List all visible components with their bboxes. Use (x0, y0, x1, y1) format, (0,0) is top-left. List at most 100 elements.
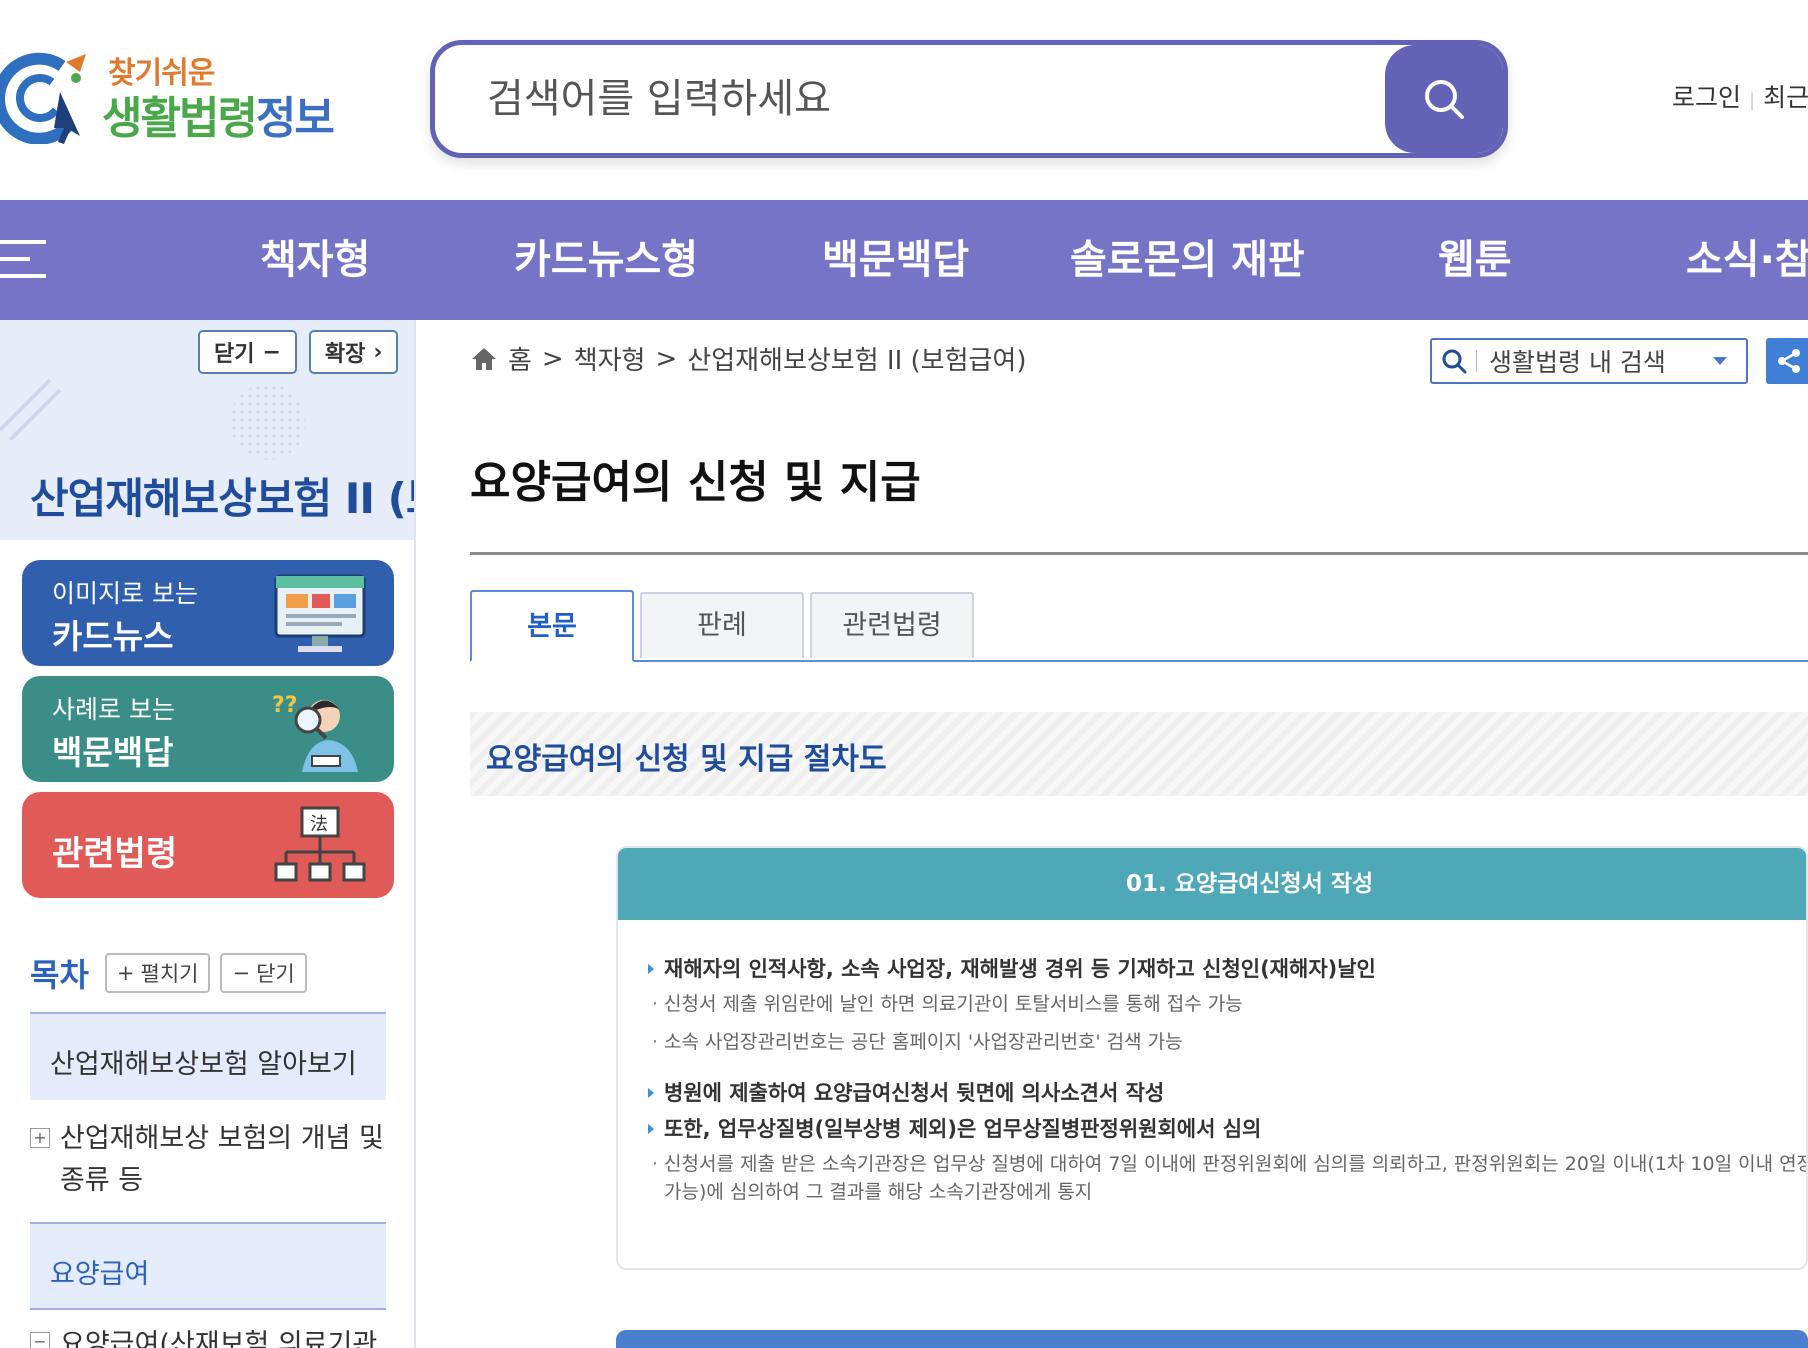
toc-collapse-label: 닫기 (256, 962, 295, 986)
cardnews-banner[interactable]: 이미지로 보는 카드뉴스 (22, 560, 394, 666)
section-title: 요양급여의 신청 및 지급 절차도 (486, 742, 887, 777)
magnifier-person-icon: ?? (272, 693, 358, 772)
tab-related-law[interactable]: 관련법령 (810, 592, 974, 658)
toc-title: 목차 (30, 956, 89, 994)
site-header: 찾기쉬운 생활법령정보 로그인 | 최근 (0, 0, 1808, 200)
nav-cardnews[interactable]: 카드뉴스형 (514, 200, 698, 320)
breadcrumb-separator: > (541, 343, 564, 374)
next-step-card (616, 1330, 1808, 1348)
collapse-box-icon: − (30, 1332, 50, 1348)
chevron-down-icon[interactable] (1713, 357, 1727, 365)
svg-text:??: ?? (272, 693, 298, 718)
step-bullet-main: 병원에 제출하여 요양급여신청서 뒷면에 의사소견서 작성 (648, 1078, 1798, 1108)
sidebar-title: 산업재해보상보험 II (보 (30, 474, 414, 523)
toc-item-label: 요양급여 (50, 1259, 150, 1290)
breadcrumb-booklet[interactable]: 책자형 (574, 340, 646, 377)
main-content: 홈 > 책자형 > 산업재해보상보험 II (보험급여) 요양급여의 신청 및 … (470, 320, 1808, 1348)
util-separator: | (1749, 90, 1756, 111)
sidebar-expand-button[interactable]: 확장 › (308, 330, 399, 374)
nav-qna[interactable]: 백문백답 (822, 200, 969, 320)
search-icon (1425, 80, 1464, 119)
logo-title-part2: 정보 (255, 93, 335, 144)
search-divider (1476, 350, 1477, 372)
local-search-input[interactable] (1489, 346, 1709, 376)
cardnews-banner-title: 카드뉴스 (52, 617, 174, 656)
cardnews-banner-subtitle: 이미지로 보는 (52, 579, 198, 608)
minus-icon: − (262, 339, 281, 365)
step-bullet-sub: 소속 사업장관리번호는 공단 홈페이지 '사업장관리번호' 검색 가능 (648, 1028, 1798, 1056)
login-link[interactable]: 로그인 (1672, 83, 1741, 112)
toc-item-active[interactable]: 요양급여 (30, 1222, 386, 1310)
content-tabs: 본문 판례 관련법령 (470, 590, 1808, 662)
breadcrumb-current: 산업재해보상보험 II (보험급여) (687, 346, 1027, 376)
toc-header: 목차 + 펼치기 − 닫기 (30, 950, 307, 996)
toc-item-label: 산업재해보상 보험의 개념 및 종류 등 (60, 1123, 384, 1196)
nav-news[interactable]: 소식·참 (1686, 200, 1808, 320)
tab-precedent[interactable]: 판례 (640, 592, 804, 658)
sidebar-expand-label: 확장 (324, 342, 366, 367)
breadcrumb: 홈 > 책자형 > 산업재해보상보험 II (보험급여) (470, 340, 1026, 377)
qna-banner-subtitle: 사례로 보는 (52, 695, 175, 724)
main-search-input[interactable] (435, 45, 1395, 153)
toc-item[interactable]: 산업재해보상보험 알아보기 (30, 1012, 386, 1100)
decorative-lines-icon (0, 378, 62, 440)
breadcrumb-separator: > (655, 343, 678, 374)
main-search-button[interactable] (1385, 45, 1503, 153)
nav-webtoon[interactable]: 웹툰 (1438, 200, 1512, 320)
svg-text:法: 法 (310, 814, 328, 835)
step-bullet-main: 재해자의 인적사항, 소속 사업장, 재해발생 경위 등 기재하고 신청인(재해… (648, 954, 1798, 984)
sidebar-controls: 닫기 − 확장 › (198, 330, 399, 374)
home-icon[interactable] (470, 346, 498, 372)
logo-title-part1: 생활법령 (102, 93, 258, 144)
toc-item[interactable]: + 산업재해보상 보험의 개념 및 종류 등 (30, 1100, 386, 1222)
breadcrumb-home[interactable]: 홈 (508, 340, 532, 377)
minus-icon: − (232, 961, 251, 985)
toc-item-label: 요양급여(산재보험 의료기관 (60, 1329, 378, 1348)
expand-box-icon: + (30, 1128, 50, 1148)
logo-title: 생활법령정보 (102, 82, 335, 146)
step-bullet-sub: 신청서를 제출 받은 소속기관장은 업무상 질병에 대하여 7일 이내에 판정위… (648, 1150, 1806, 1206)
plus-icon: + (116, 961, 135, 985)
sidebar-header: 닫기 − 확장 › 산업재해보상보험 II (보 (0, 320, 414, 540)
qna-banner-title: 백문백답 (52, 733, 174, 772)
decorative-dots (230, 384, 306, 460)
section-header: 요양급여의 신청 및 지급 절차도 (470, 712, 1808, 796)
page-title: 요양급여의 신청 및 지급 (470, 457, 921, 508)
toc-expand-label: 펼치기 (140, 962, 199, 986)
share-button[interactable] (1766, 338, 1808, 384)
step-header: 01. 요양급여신청서 작성 (618, 848, 1806, 920)
law-hierarchy-icon: 法 (274, 806, 366, 882)
toc-item[interactable]: − 요양급여(산재보험 의료기관 (30, 1310, 386, 1348)
global-nav: 책자형 카드뉴스형 백문백답 솔로몬의 재판 웹툰 소식·참 (0, 200, 1808, 320)
sidebar-close-label: 닫기 (214, 342, 255, 367)
law-banner[interactable]: 관련법령 法 (22, 792, 394, 898)
process-step-card: 01. 요양급여신청서 작성 재해자의 인적사항, 소속 사업장, 재해발생 경… (616, 846, 1808, 1270)
hamburger-menu-icon[interactable] (0, 236, 46, 282)
step-bullet-sub: 신청서 제출 위임란에 날인 하면 의료기관이 토탈서비스를 통해 접수 가능 (648, 990, 1798, 1018)
local-search-box (1430, 338, 1748, 384)
sidebar-close-button[interactable]: 닫기 − (198, 330, 297, 374)
qna-banner[interactable]: 사례로 보는 백문백답 ?? (22, 676, 394, 782)
utility-links: 로그인 | 최근 (1672, 78, 1808, 114)
sidebar: 닫기 − 확장 › 산업재해보상보험 II (보 이미지로 보는 카드뉴스 사례로 … (0, 320, 416, 1348)
share-icon (1778, 349, 1800, 373)
nav-booklet[interactable]: 책자형 (260, 200, 370, 320)
chevron-right-icon: › (373, 339, 383, 365)
toc-expand-button[interactable]: + 펼치기 (104, 953, 211, 993)
news-monitor-icon (274, 574, 366, 652)
title-divider (470, 552, 1808, 555)
recent-link[interactable]: 최근 (1763, 83, 1808, 112)
main-search-box (430, 40, 1508, 158)
tab-body[interactable]: 본문 (470, 590, 634, 662)
toc-item-label: 산업재해보상보험 알아보기 (50, 1049, 357, 1080)
law-banner-title: 관련법령 (52, 834, 178, 874)
logo-emblem-icon (0, 52, 86, 144)
toc-list: 산업재해보상보험 알아보기 + 산업재해보상 보험의 개념 및 종류 등 요양급… (30, 1012, 386, 1348)
step-body: 재해자의 인적사항, 소속 사업장, 재해발생 경위 등 기재하고 신청인(재해… (648, 954, 1806, 1206)
toc-collapse-button[interactable]: − 닫기 (220, 953, 307, 993)
site-logo[interactable]: 찾기쉬운 생활법령정보 (0, 46, 335, 146)
step-bullet-main: 또한, 업무상질병(일부상병 제외)은 업무상질병판정위원회에서 심의 (648, 1114, 1798, 1144)
search-icon[interactable] (1432, 340, 1476, 382)
nav-solomon[interactable]: 솔로몬의 재판 (1070, 200, 1305, 320)
